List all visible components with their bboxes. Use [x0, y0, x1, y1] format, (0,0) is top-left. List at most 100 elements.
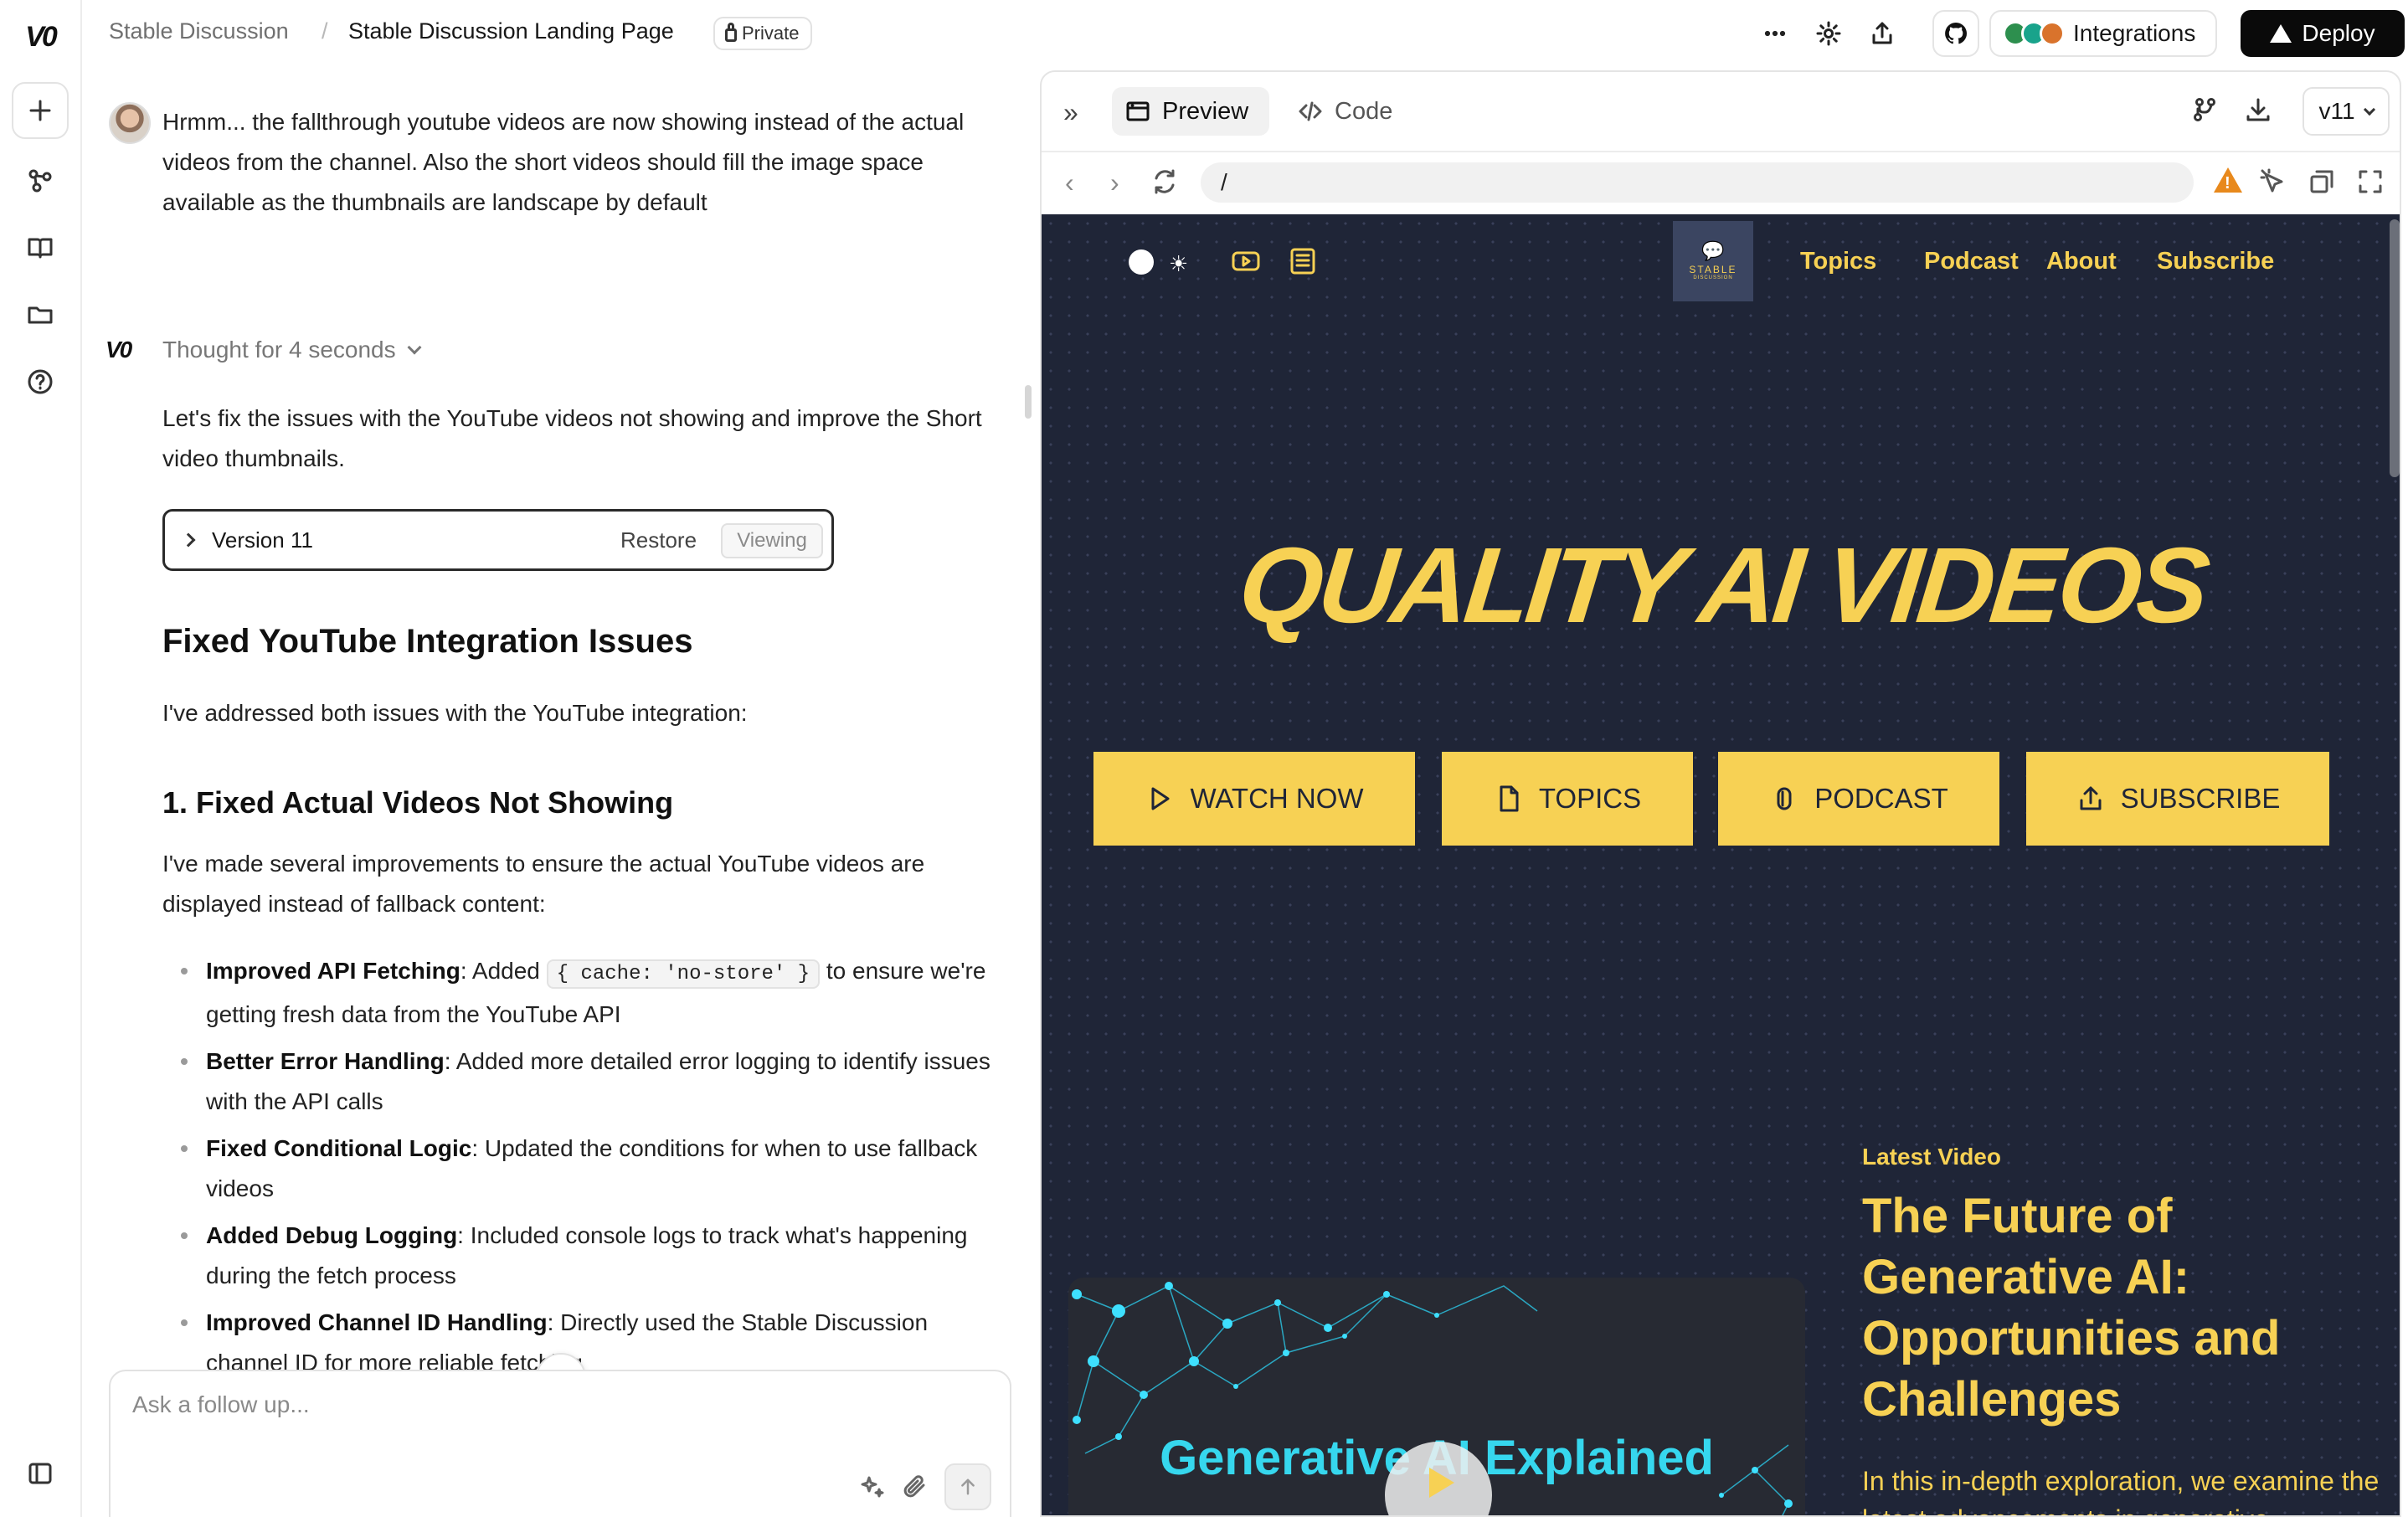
- podcast-button[interactable]: PODCAST: [1718, 752, 1999, 846]
- youtube-link[interactable]: [1231, 246, 1261, 280]
- refresh-icon: [1155, 169, 1175, 194]
- integrations-label: Integrations: [2073, 20, 2196, 46]
- latest-video-description: In this in-depth exploration, we examine…: [1862, 1466, 2380, 1515]
- thought-toggle[interactable]: Thought for 4 seconds: [162, 337, 422, 363]
- file-icon: [1500, 785, 1519, 812]
- download-button[interactable]: [2244, 95, 2272, 128]
- version-card[interactable]: Version 11 Restore Viewing: [162, 509, 834, 571]
- panel-resize-handle[interactable]: [1025, 385, 1032, 419]
- v0-logo[interactable]: V0: [13, 22, 67, 52]
- settings-button[interactable]: [1810, 15, 1847, 52]
- subscribe-button[interactable]: SUBSCRIBE: [2026, 752, 2329, 846]
- restore-button[interactable]: Restore: [620, 527, 697, 553]
- code-icon: [1299, 101, 1322, 121]
- browser-window-icon: [1126, 101, 1150, 121]
- more-button[interactable]: [1757, 15, 1793, 52]
- chevron-right-icon: [181, 532, 196, 548]
- url-bar: ‹ › / !: [1042, 152, 2400, 214]
- v0-assistant-mark: V0: [105, 337, 132, 363]
- share-icon: [1872, 22, 1892, 44]
- integrations-button[interactable]: Integrations: [1989, 10, 2217, 57]
- inline-code: { cache: 'no-store' }: [546, 959, 821, 989]
- user-avatar: [109, 102, 151, 144]
- composer[interactable]: Ask a follow up...: [109, 1370, 1011, 1517]
- speech-bubbles-icon: 💬: [1701, 240, 1725, 261]
- chevron-down-icon: [2363, 103, 2375, 116]
- theme-toggle[interactable]: [1129, 249, 1154, 275]
- open-new-window-button[interactable]: [2308, 167, 2336, 200]
- send-button[interactable]: [944, 1463, 991, 1510]
- book-icon: [28, 238, 53, 259]
- fullscreen-button[interactable]: [2356, 167, 2385, 200]
- integration-logos: [2003, 21, 2065, 46]
- docs-button[interactable]: [12, 219, 69, 276]
- bullet-title: Improved API Fetching: [206, 958, 461, 984]
- site-logo-line2: DISCUSSION: [1693, 275, 1733, 280]
- github-button[interactable]: [1932, 10, 1979, 57]
- sidebar-toggle-button[interactable]: [12, 1445, 69, 1502]
- composer-actions: [857, 1463, 991, 1510]
- version-select-value: v11: [2318, 98, 2355, 124]
- help-button[interactable]: [12, 353, 69, 410]
- version-select[interactable]: v11: [2303, 87, 2390, 136]
- gear-icon: [1816, 21, 1841, 46]
- bullet-title: Added Debug Logging: [206, 1222, 458, 1248]
- more-horizontal-icon: [1764, 30, 1786, 37]
- nav-link-podcast[interactable]: Podcast: [1924, 248, 2019, 275]
- watch-now-label: WATCH NOW: [1190, 783, 1364, 814]
- copy-window-icon: [2310, 170, 2333, 193]
- paperclip-icon[interactable]: [901, 1473, 929, 1501]
- share-button[interactable]: [1864, 15, 1901, 52]
- watch-now-button[interactable]: WATCH NOW: [1093, 752, 1415, 846]
- visibility-badge[interactable]: Private: [713, 17, 813, 50]
- cursor-select-icon: [2260, 168, 2283, 193]
- top-bar: Stable Discussion / Stable Discussion La…: [82, 0, 2408, 67]
- site-logo-line1: STABLE: [1689, 264, 1737, 275]
- tab-preview[interactable]: Preview: [1112, 87, 1269, 136]
- breadcrumb-project[interactable]: Stable Discussion: [109, 18, 289, 44]
- latest-video-kicker: Latest Video: [1862, 1144, 2001, 1170]
- deploy-label: Deploy: [2302, 20, 2375, 46]
- bullet-title: Better Error Handling: [206, 1048, 445, 1074]
- back-icon[interactable]: ‹: [1065, 167, 1074, 198]
- visibility-label: Private: [742, 23, 800, 44]
- nav-link-about[interactable]: About: [2046, 248, 2117, 275]
- sparkle-icon[interactable]: [857, 1473, 886, 1501]
- upload-icon: [2080, 786, 2102, 810]
- version-label: Version 11: [212, 527, 313, 553]
- warning-icon[interactable]: !: [2214, 167, 2242, 193]
- preview-scrollbar[interactable]: [2390, 219, 2400, 477]
- topics-button[interactable]: TOPICS: [1442, 752, 1693, 846]
- refresh-button[interactable]: [1150, 167, 1179, 200]
- collapse-chevrons-icon[interactable]: »: [1063, 97, 1078, 128]
- play-icon: [1429, 1468, 1454, 1498]
- tab-code[interactable]: Code: [1284, 87, 1406, 136]
- blog-link[interactable]: [1288, 246, 1318, 280]
- preview-toolbar: » Preview Code v11: [1042, 72, 2400, 152]
- select-element-button[interactable]: [2259, 167, 2287, 200]
- nav-link-subscribe[interactable]: Subscribe: [2157, 248, 2274, 275]
- forward-icon[interactable]: ›: [1110, 167, 1119, 198]
- projects-button[interactable]: [12, 152, 69, 209]
- site-logo[interactable]: 💬 STABLE DISCUSSION: [1673, 221, 1753, 301]
- nav-link-topics[interactable]: Topics: [1800, 248, 1876, 275]
- git-fork-icon: [2194, 98, 2215, 121]
- deploy-button[interactable]: Deploy: [2241, 10, 2405, 57]
- breadcrumb-page[interactable]: Stable Discussion Landing Page: [348, 18, 674, 44]
- files-button[interactable]: [12, 286, 69, 343]
- url-input[interactable]: /: [1201, 162, 2194, 203]
- bullet-title: Improved Channel ID Handling: [206, 1309, 548, 1335]
- hero-title: QUALITY AI VIDEOS: [1233, 526, 2211, 645]
- user-message: Hrmm... the fallthrough youtube videos a…: [162, 109, 965, 215]
- plus-icon: [29, 100, 51, 121]
- composer-input[interactable]: Ask a follow up...: [132, 1391, 310, 1418]
- site-preview: ☀ 💬 STABLE DISCUSSION Topics Podcast Abo…: [1042, 214, 2400, 1515]
- latest-video-thumbnail[interactable]: Generative AI Explained: [1068, 1278, 1805, 1515]
- latest-video-title[interactable]: The Future of Generative AI: Opportuniti…: [1862, 1185, 2381, 1430]
- lock-icon: [725, 23, 737, 42]
- breadcrumb-separator: /: [322, 18, 328, 44]
- list-item: Improved API Fetching: Added { cache: 'n…: [162, 951, 1008, 1035]
- fork-button[interactable]: [2190, 95, 2219, 128]
- new-chat-button[interactable]: [12, 82, 69, 139]
- viewing-badge: Viewing: [721, 523, 823, 558]
